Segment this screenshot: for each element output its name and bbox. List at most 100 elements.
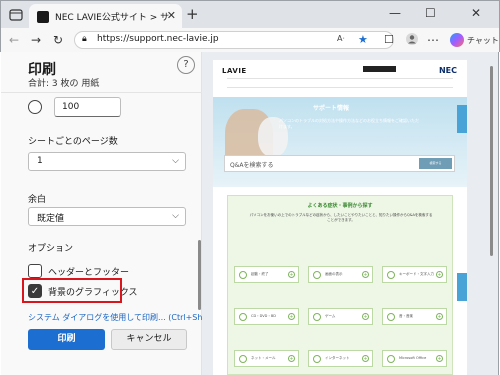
category-icon — [313, 271, 321, 279]
faq-card-label: CD・DVD・BD — [251, 314, 276, 318]
margins-value: 既定値 — [37, 214, 65, 224]
more-menu-icon[interactable]: ⋯ — [427, 32, 439, 48]
close-window-icon[interactable]: ✕ — [471, 5, 481, 21]
split-screen-icon[interactable]: ☐ — [384, 32, 394, 48]
faq-section: よくある症状・事例から探す パソコンをお使いの上でのトラブルなどの症状から、した… — [227, 195, 453, 375]
headers-footers-checkbox[interactable] — [28, 264, 42, 278]
faq-card-label: Microsoft Office — [399, 356, 427, 360]
qa-search-box: Q&Aを検索する 検索する — [224, 155, 455, 172]
category-icon — [387, 271, 395, 279]
highlight-box — [22, 278, 122, 303]
plus-icon: + — [436, 355, 443, 362]
maximize-icon[interactable]: ☐ — [425, 5, 436, 21]
faq-card: 音・音楽 + — [382, 308, 447, 325]
plus-icon: + — [288, 355, 295, 362]
plus-icon: + — [288, 271, 295, 278]
copilot-icon — [450, 33, 464, 47]
address-bar[interactable]: 🔒︎ https://support.nec-lavie.jp Aᐧ ★ — [74, 31, 394, 49]
title-bar: NEC LAVIE公式サイト > サービス&サポ ✕ + — ☐ ✕ — [0, 0, 500, 29]
faq-card: ネット・メール + — [234, 350, 299, 367]
plus-icon: + — [362, 355, 369, 362]
close-tab-icon[interactable]: ✕ — [167, 9, 176, 23]
tab-title: NEC LAVIE公式サイト > サービス&サポ — [55, 13, 170, 23]
copilot-label: チャット — [467, 35, 499, 45]
category-icon — [239, 313, 247, 321]
category-icon — [387, 355, 395, 363]
help-button[interactable]: ? — [177, 56, 195, 74]
options-label: オプション — [28, 244, 74, 254]
panel-divider — [1, 92, 202, 93]
refresh-icon[interactable]: ↻ — [53, 32, 63, 48]
faq-card-label: 起動・終了 — [251, 272, 269, 276]
hero-banner: サポート情報 パソコンのトラブルの対処方法や操作方法などのお役立ち情報をご確認い… — [213, 97, 467, 187]
qa-placeholder: Q&Aを検索する — [230, 162, 274, 169]
url-text[interactable]: https://support.nec-lavie.jp — [97, 34, 219, 44]
nec-logo: NEC — [438, 66, 457, 75]
favorite-star-icon[interactable]: ★ — [358, 33, 368, 46]
plus-icon: + — [362, 313, 369, 320]
faq-card: Microsoft Office + — [382, 350, 447, 367]
sheet-count: 合計: 3 枚の 用紙 — [28, 79, 100, 89]
back-icon[interactable]: ← — [9, 32, 19, 48]
side-tab — [457, 273, 467, 301]
faq-card-label: ゲーム — [325, 314, 336, 318]
faq-card: CD・DVD・BD + — [234, 308, 299, 325]
plus-icon: + — [436, 313, 443, 320]
hero-text: パソコンのトラブルの対処方法や操作方法などのお役立ち情報をご確認いただけます。 — [279, 118, 419, 129]
faq-card: ゲーム + — [308, 308, 373, 325]
tab-actions-icon[interactable] — [7, 6, 25, 24]
faq-title: よくある症状・事例から探す — [307, 203, 373, 209]
pages-per-sheet-select[interactable]: 1 ⌵ — [28, 152, 186, 171]
plus-icon: + — [436, 271, 443, 278]
lavie-logo: LAVIE — [222, 67, 247, 75]
headers-footers-label: ヘッダーとフッター — [48, 268, 130, 278]
tab-nec-support[interactable]: NEC LAVIE公式サイト > サービス&サポ ✕ — [29, 4, 182, 29]
chevron-down-icon: ⌵ — [172, 211, 179, 221]
hero-title: サポート情報 — [313, 105, 350, 112]
faq-card-label: 音・音楽 — [399, 314, 413, 318]
category-icon — [239, 355, 247, 363]
faq-description: パソコンをお使いの上でのトラブルなどの症状から、したいことやりたいことと、知りた… — [249, 213, 433, 222]
mini-nav-bar — [363, 66, 396, 72]
custom-scale-radio[interactable] — [28, 100, 42, 114]
category-icon — [239, 271, 247, 279]
profile-icon[interactable] — [405, 32, 419, 50]
mini-divider — [227, 78, 453, 79]
preview-scrollbar[interactable] — [490, 66, 493, 256]
pages-per-sheet-value: 1 — [37, 156, 43, 166]
nec-favicon-icon — [37, 10, 49, 23]
faq-card: インターネット + — [308, 350, 373, 367]
category-icon — [313, 313, 321, 321]
lock-icon[interactable]: 🔒︎ — [82, 34, 87, 44]
forward-icon[interactable]: → — [31, 32, 41, 48]
chevron-down-icon: ⌵ — [172, 156, 179, 166]
print-settings-panel: 印刷 合計: 3 枚の 用紙 ? シートごとのページ数 1 ⌵ 余白 既定値 ⌵… — [1, 52, 225, 375]
side-tab — [457, 105, 467, 133]
minimize-icon[interactable]: — — [389, 5, 401, 21]
faq-card-label: インターネット — [325, 356, 350, 360]
plus-icon: + — [362, 271, 369, 278]
faq-card: キーボード・文字入力 + — [382, 266, 447, 283]
category-icon — [387, 313, 395, 321]
mini-divider — [227, 87, 453, 88]
preview-page: LAVIE NEC サポート情報 パソコンのトラブルの対処方法や操作方法などのお… — [213, 60, 467, 375]
faq-card-label: キーボード・文字入力 — [399, 272, 434, 276]
new-tab-icon[interactable]: + — [186, 6, 199, 22]
faq-card-label: ネット・メール — [251, 356, 276, 360]
pages-per-sheet-label: シートごとのページ数 — [28, 137, 118, 147]
cancel-button[interactable]: キャンセル — [111, 329, 187, 350]
category-icon — [313, 355, 321, 363]
scale-input[interactable] — [54, 97, 121, 117]
margins-select[interactable]: 既定値 ⌵ — [28, 207, 186, 226]
panel-scrollbar[interactable] — [198, 240, 201, 310]
qa-search-button: 検索する — [419, 158, 452, 169]
margins-label: 余白 — [28, 195, 47, 205]
faq-card-label: 画面の表示 — [325, 272, 343, 276]
faq-card: 画面の表示 + — [308, 266, 373, 283]
system-dialog-link[interactable]: システム ダイアログを使用して印刷... (Ctrl+Shift+P) — [28, 312, 225, 323]
read-aloud-icon[interactable]: Aᐧ — [337, 34, 345, 43]
faq-card: 起動・終了 + — [234, 266, 299, 283]
copilot-button[interactable]: チャット — [450, 31, 500, 49]
print-button[interactable]: 印刷 — [28, 329, 105, 350]
plus-icon: + — [288, 313, 295, 320]
